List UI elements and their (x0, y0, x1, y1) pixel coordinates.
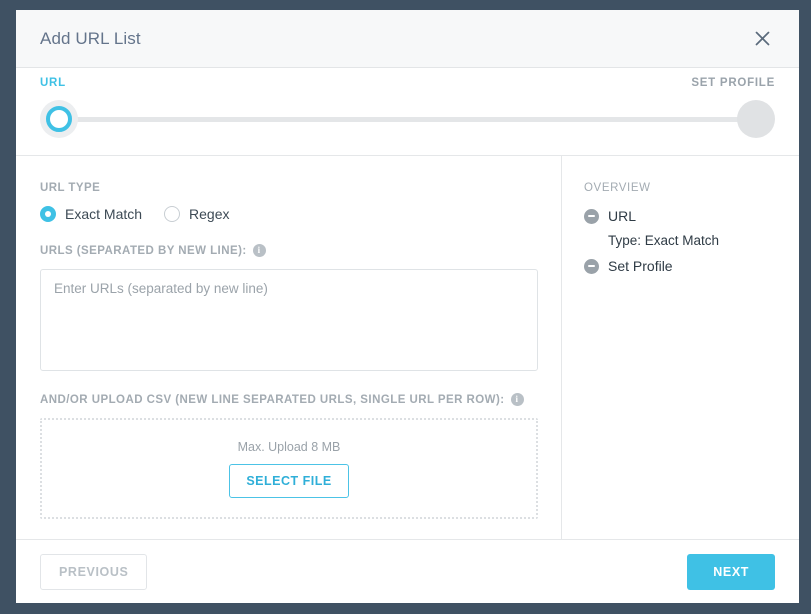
stepper-track (62, 117, 753, 122)
minus-icon[interactable] (584, 208, 599, 224)
close-icon[interactable] (749, 26, 775, 52)
step-node-set-profile[interactable] (737, 100, 775, 138)
urls-field-label-text: URLS (SEPARATED BY NEW LINE): (40, 244, 247, 257)
url-type-radio-group: Exact Match Regex (40, 206, 537, 222)
radio-exact-match-dot[interactable] (40, 206, 56, 222)
step-node-url-ring (46, 106, 72, 132)
window-frame: Add URL List URL SET PROFILE URL TYPE Ex… (0, 0, 811, 614)
url-type-label-text: URL TYPE (40, 182, 101, 194)
previous-button[interactable]: PREVIOUS (40, 553, 148, 590)
radio-regex[interactable]: Regex (164, 206, 230, 222)
overview-item-url-label: URL (608, 208, 637, 224)
add-url-list-dialog: Add URL List URL SET PROFILE URL TYPE Ex… (16, 10, 799, 603)
info-icon[interactable]: i (510, 393, 524, 406)
form-pane: URL TYPE Exact Match Regex URLS (SEPARAT… (16, 156, 562, 539)
overview-item-set-profile-label: Set Profile (608, 258, 673, 274)
max-upload-text: Max. Upload 8 MB (237, 439, 341, 454)
overview-title: OVERVIEW (584, 182, 651, 194)
overview-pane: OVERVIEW URL Type: Exact Match Set Profi… (562, 156, 799, 539)
overview-item-url-detail: Type: Exact Match (608, 233, 720, 248)
next-button[interactable]: NEXT (687, 553, 775, 590)
url-type-label: URL TYPE (40, 182, 537, 194)
overview-item-url[interactable]: URL (584, 208, 779, 224)
overview-item-set-profile[interactable]: Set Profile (584, 258, 779, 274)
csv-field-label-text: AND/OR UPLOAD CSV (NEW LINE SEPARATED UR… (40, 393, 505, 406)
csv-dropzone[interactable]: Max. Upload 8 MB SELECT FILE (40, 418, 538, 519)
radio-exact-match-label: Exact Match (65, 206, 143, 222)
step-label-url: URL (40, 77, 66, 89)
step-node-url[interactable] (40, 100, 78, 138)
radio-exact-match[interactable]: Exact Match (40, 206, 142, 222)
minus-icon[interactable] (584, 258, 599, 274)
radio-regex-label: Regex (189, 206, 230, 222)
step-label-set-profile: SET PROFILE (691, 77, 775, 89)
info-icon[interactable]: i (252, 244, 266, 257)
urls-field-label: URLS (SEPARATED BY NEW LINE): i (40, 244, 537, 257)
radio-regex-dot[interactable] (164, 206, 181, 222)
dialog-footer: PREVIOUS NEXT (16, 540, 799, 603)
dialog-body: URL TYPE Exact Match Regex URLS (SEPARAT… (16, 156, 799, 540)
csv-field-label: AND/OR UPLOAD CSV (NEW LINE SEPARATED UR… (40, 393, 537, 406)
dialog-header: Add URL List (16, 10, 799, 68)
select-file-button[interactable]: SELECT FILE (229, 463, 349, 498)
wizard-stepper: URL SET PROFILE (16, 68, 799, 156)
page-title: Add URL List (40, 28, 141, 48)
urls-input[interactable] (40, 269, 538, 371)
